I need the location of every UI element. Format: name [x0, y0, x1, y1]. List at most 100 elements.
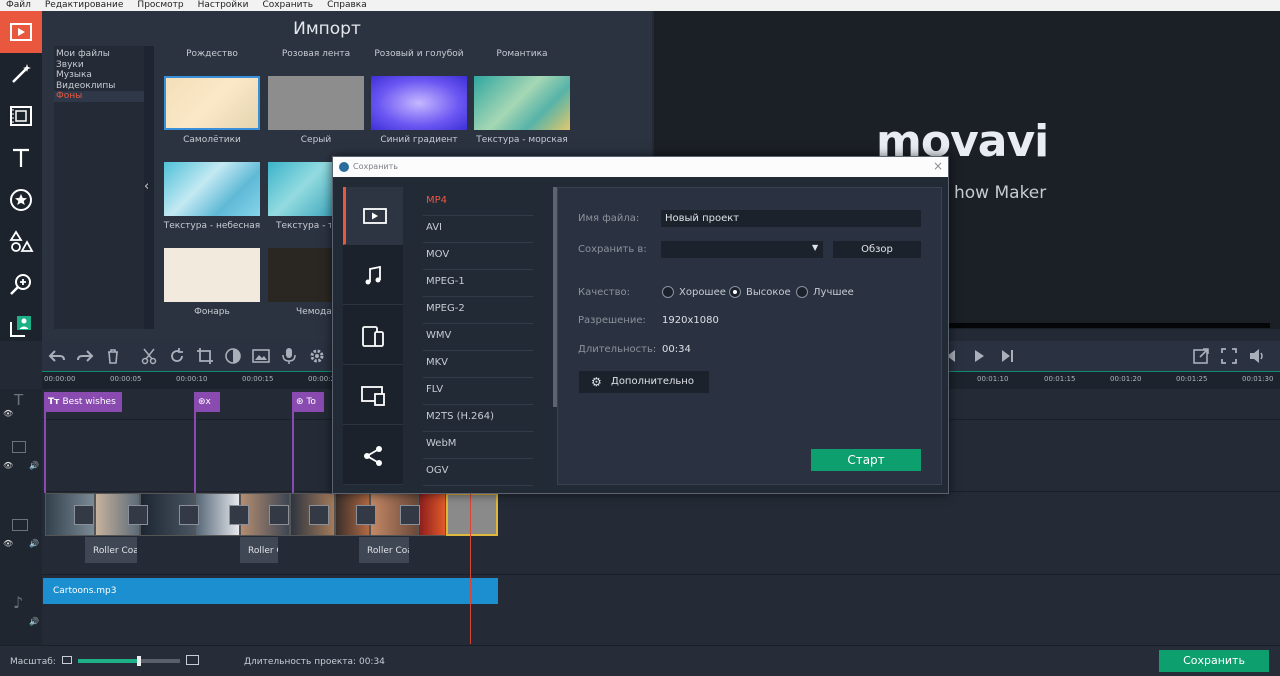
export-frame-button[interactable]	[1192, 347, 1210, 365]
next-button[interactable]	[998, 347, 1016, 365]
image-button[interactable]	[252, 347, 270, 365]
audio-clip[interactable]: Cartoons.mp3	[43, 578, 498, 604]
advanced-button[interactable]: ⚙ Дополнительно	[579, 371, 709, 393]
quality-good-radio[interactable]	[662, 286, 674, 298]
zoom-slider[interactable]	[78, 656, 180, 666]
eye-icon[interactable]: 👁	[3, 539, 13, 548]
menu-file[interactable]: Файл	[6, 0, 31, 11]
transition-icon[interactable]	[229, 505, 249, 525]
thumb-blue-gradient[interactable]	[371, 76, 467, 130]
subclip-roller[interactable]: Roller Coa	[85, 537, 137, 563]
savein-select[interactable]	[661, 241, 823, 258]
thumb-planes[interactable]	[164, 76, 260, 130]
thumb-suitcase[interactable]	[268, 248, 332, 302]
video-clip[interactable]	[418, 493, 446, 536]
zoom-handle[interactable]	[137, 656, 142, 666]
stickers-tool-button[interactable]	[0, 179, 42, 221]
play-button[interactable]	[970, 347, 988, 365]
start-button[interactable]: Старт	[811, 449, 921, 471]
menu-settings[interactable]: Настройки	[198, 0, 249, 11]
tab-video[interactable]	[343, 187, 403, 245]
volume-icon[interactable]: 🔊	[29, 617, 39, 626]
redo-button[interactable]	[76, 347, 94, 365]
color-button[interactable]	[224, 347, 242, 365]
rotate-button[interactable]	[168, 347, 186, 365]
shapes-tool-button[interactable]	[0, 221, 42, 263]
category-sounds[interactable]: Звуки	[54, 60, 144, 71]
tab-audio[interactable]	[343, 247, 403, 305]
column-christmas[interactable]: Рождество	[162, 49, 262, 59]
fullscreen-button[interactable]	[1220, 347, 1238, 365]
transition-icon[interactable]	[179, 505, 199, 525]
format-mov[interactable]: MOV	[423, 243, 533, 270]
tab-devices[interactable]	[343, 307, 403, 365]
subclip-roller[interactable]: Roller Coa	[359, 537, 409, 563]
video-clip-selected[interactable]	[446, 493, 498, 536]
format-m2ts[interactable]: M2TS (H.264)	[423, 405, 533, 432]
eye-icon[interactable]: 👁	[3, 461, 13, 470]
format-avi[interactable]: AVI	[423, 216, 533, 243]
crop-button[interactable]	[196, 347, 214, 365]
title-clip-2[interactable]: ⊛x	[194, 392, 220, 412]
format-flv[interactable]: FLV	[423, 378, 533, 405]
undo-button[interactable]	[48, 347, 66, 365]
tab-tv[interactable]	[343, 367, 403, 425]
save-button[interactable]: Сохранить	[1159, 650, 1269, 672]
import-tool-button[interactable]	[0, 11, 42, 53]
category-my-files[interactable]: Мои файлы	[54, 49, 144, 60]
format-mkv[interactable]: MKV	[423, 351, 533, 378]
format-mp4[interactable]: MP4	[423, 189, 533, 216]
format-webm[interactable]: WebM	[423, 432, 533, 459]
volume-icon[interactable]: 🔊	[29, 539, 39, 548]
settings-button[interactable]	[308, 347, 326, 365]
category-backgrounds[interactable]: Фоны	[54, 91, 144, 102]
eye-icon[interactable]: 👁	[3, 409, 13, 418]
dropdown-arrow-icon[interactable]: ▼	[812, 243, 818, 252]
thumb-lantern[interactable]	[164, 248, 260, 302]
format-ogv[interactable]: OGV	[423, 459, 533, 486]
format-wmv[interactable]: WMV	[423, 324, 533, 351]
titles-tool-button[interactable]	[0, 137, 42, 179]
menu-edit[interactable]: Редактирование	[45, 0, 124, 11]
zoom-in-icon[interactable]	[186, 655, 199, 665]
menu-view[interactable]: Просмотр	[137, 0, 183, 11]
transition-icon[interactable]	[309, 505, 329, 525]
transition-icon[interactable]	[400, 505, 420, 525]
transition-icon[interactable]	[356, 505, 376, 525]
category-music[interactable]: Музыка	[54, 70, 144, 81]
subclip-roller[interactable]: Roller C	[240, 537, 278, 563]
tab-share[interactable]	[343, 427, 403, 485]
volume-button[interactable]	[1248, 347, 1266, 365]
thumb-texture-t[interactable]	[268, 162, 332, 216]
zoom-tool-button[interactable]	[0, 263, 42, 305]
delete-button[interactable]	[104, 347, 122, 365]
close-icon[interactable]: ×	[933, 159, 943, 173]
filters-tool-button[interactable]	[0, 95, 42, 137]
format-mpeg1[interactable]: MPEG-1	[423, 270, 533, 297]
column-pink-blue[interactable]: Розовый и голубой	[369, 49, 469, 59]
thumb-sky-texture[interactable]	[164, 162, 260, 216]
filename-input[interactable]: Новый проект	[661, 210, 921, 227]
thumb-gray[interactable]	[268, 76, 364, 130]
format-mpeg2[interactable]: MPEG-2	[423, 297, 533, 324]
title-clip-best-wishes[interactable]: Tт Best wishes	[44, 392, 122, 412]
chevron-left-icon[interactable]: ‹	[144, 179, 149, 194]
transition-icon[interactable]	[128, 505, 148, 525]
column-romance[interactable]: Романтика	[472, 49, 572, 59]
title-clip-3[interactable]: ⊛ To	[292, 392, 324, 412]
menu-save[interactable]: Сохранить	[262, 0, 313, 11]
transition-icon[interactable]	[269, 505, 289, 525]
quality-high-radio[interactable]	[729, 286, 741, 298]
transition-icon[interactable]	[74, 505, 94, 525]
record-audio-button[interactable]	[280, 347, 298, 365]
column-pink-ribbon[interactable]: Розовая лента	[266, 49, 366, 59]
menu-help[interactable]: Справка	[327, 0, 367, 11]
magic-tool-button[interactable]	[0, 53, 42, 95]
category-videoclips[interactable]: Видеоклипы	[54, 81, 144, 92]
cut-button[interactable]	[140, 347, 158, 365]
volume-icon[interactable]: 🔊	[29, 461, 39, 470]
thumb-sea-texture[interactable]	[474, 76, 570, 130]
browse-button[interactable]: Обзор	[833, 241, 921, 258]
chroma-tool-button[interactable]	[0, 305, 42, 347]
quality-best-radio[interactable]	[796, 286, 808, 298]
